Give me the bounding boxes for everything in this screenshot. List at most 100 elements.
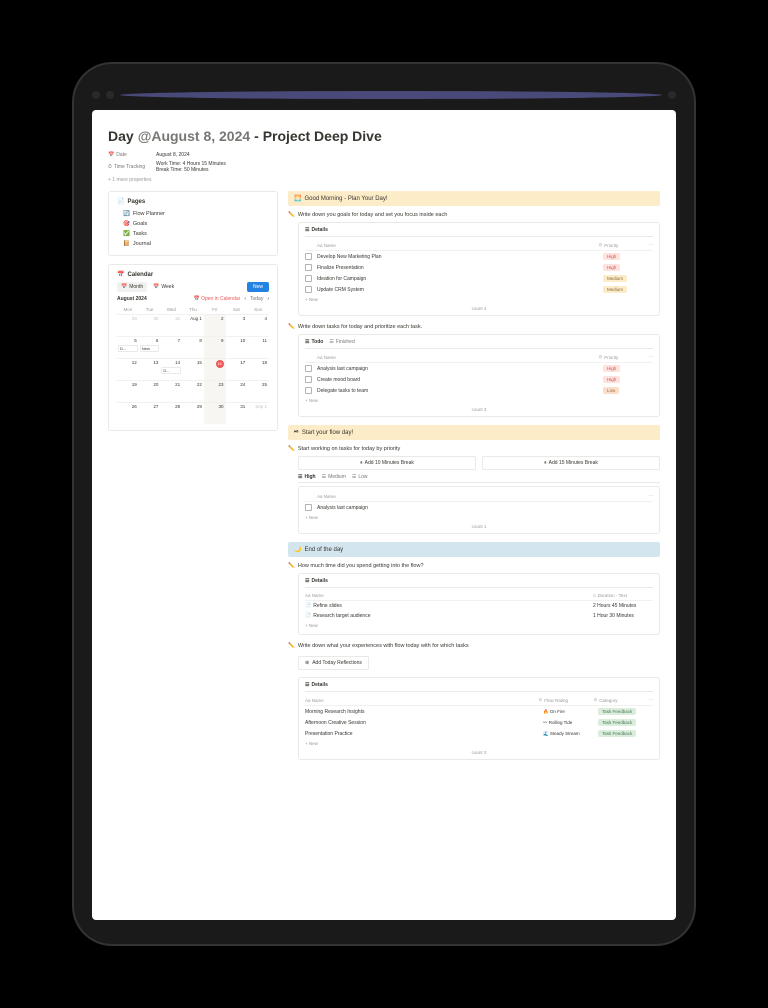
- cal-day[interactable]: 28: [160, 402, 182, 424]
- cal-day[interactable]: 31: [160, 314, 182, 336]
- col-name-header[interactable]: Aa Name: [317, 493, 649, 499]
- page-link-tasks[interactable]: ✅ Tasks: [117, 229, 269, 239]
- task-row[interactable]: Analysis last campaignHigh: [305, 363, 653, 374]
- calendar-next-button[interactable]: ›: [267, 296, 269, 302]
- goal-row[interactable]: Update CRM SystemMedium: [305, 284, 653, 295]
- cal-day[interactable]: 30: [204, 402, 226, 424]
- checkbox[interactable]: [305, 264, 312, 271]
- cal-day[interactable]: 11: [247, 336, 269, 358]
- col-name-header[interactable]: Aa Name: [317, 242, 599, 248]
- add-10min-break-button[interactable]: ⏸ Add 10 Minutes Break: [298, 456, 476, 470]
- reflection-row[interactable]: Morning Research Insights🔥 On FireTask F…: [305, 706, 653, 717]
- col-more-icon[interactable]: ⋯: [649, 242, 654, 248]
- duration-tab-details[interactable]: ☰ Details: [305, 578, 328, 584]
- cal-day[interactable]: 29: [117, 314, 139, 336]
- priority-tab-high[interactable]: ☰ High: [298, 474, 316, 480]
- checkbox[interactable]: [305, 365, 312, 372]
- cal-day[interactable]: 29: [182, 402, 204, 424]
- col-more-icon[interactable]: ⋯: [649, 354, 654, 360]
- add-15min-break-button[interactable]: ⏸ Add 15 Minutes Break: [482, 456, 660, 470]
- col-duration-header[interactable]: ≡ Duration - Text: [593, 593, 653, 598]
- cal-day[interactable]: 24: [226, 380, 248, 402]
- reflections-new-row[interactable]: + New: [305, 739, 653, 748]
- cal-day[interactable]: 12: [117, 358, 139, 380]
- cal-day[interactable]: 5D...: [117, 336, 139, 358]
- cal-day[interactable]: 9: [204, 336, 226, 358]
- cal-day[interactable]: 14D...: [160, 358, 182, 380]
- cal-day[interactable]: 17: [226, 358, 248, 380]
- page-link-flow-planner[interactable]: 🔄 Flow Planner: [117, 209, 269, 219]
- cal-event[interactable]: New: [140, 345, 160, 352]
- title-date-mention[interactable]: @August 8, 2024: [138, 128, 250, 144]
- cal-day[interactable]: 22: [182, 380, 204, 402]
- priority-tab-medium[interactable]: ☰ Medium: [322, 474, 346, 480]
- cal-day[interactable]: 6New: [139, 336, 161, 358]
- cal-event[interactable]: D...: [118, 345, 138, 352]
- tasks-new-row[interactable]: + New: [305, 396, 653, 405]
- cal-day[interactable]: 21: [160, 380, 182, 402]
- cal-day[interactable]: 2: [204, 314, 226, 336]
- cal-day[interactable]: 16: [204, 358, 226, 380]
- checkbox[interactable]: [305, 504, 312, 511]
- duration-row[interactable]: Research target audience1 Hour 30 Minute…: [305, 611, 653, 621]
- tasks-tab-todo[interactable]: ☰ Todo: [305, 339, 323, 345]
- cal-day[interactable]: 23: [204, 380, 226, 402]
- goal-row[interactable]: Develop New Marketing PlanHigh: [305, 251, 653, 262]
- col-name-header[interactable]: Aa Name: [305, 697, 539, 703]
- goals-tab-details[interactable]: ☰ Details: [305, 227, 328, 233]
- cal-day[interactable]: 25: [247, 380, 269, 402]
- cal-day[interactable]: 4: [247, 314, 269, 336]
- cal-day[interactable]: 13: [139, 358, 161, 380]
- goals-new-row[interactable]: + New: [305, 295, 653, 304]
- page-link-journal[interactable]: 📔 Journal: [117, 239, 269, 249]
- calendar-tab-week[interactable]: 📅 Week: [149, 282, 178, 292]
- task-row[interactable]: Create mood boardHigh: [305, 374, 653, 385]
- goal-row[interactable]: Ideation for CampaignMedium: [305, 273, 653, 284]
- col-name-header[interactable]: Aa Name: [305, 593, 593, 598]
- cal-day[interactable]: 19: [117, 380, 139, 402]
- col-more-icon[interactable]: ⋯: [649, 697, 654, 703]
- tasks-tab-finished[interactable]: ☰ Finished: [329, 339, 354, 345]
- more-properties-toggle[interactable]: + 1 more properties: [108, 177, 660, 183]
- add-reflections-button[interactable]: ⊕ Add Today Reflections: [298, 656, 369, 670]
- cal-day[interactable]: 26: [117, 402, 139, 424]
- col-priority-header[interactable]: ⊙ Priority: [599, 354, 649, 360]
- cal-day[interactable]: Sep 1: [247, 402, 269, 424]
- checkbox[interactable]: [305, 286, 312, 293]
- checkbox[interactable]: [305, 275, 312, 282]
- checkbox[interactable]: [305, 253, 312, 260]
- reflections-tab-details[interactable]: ☰ Details: [305, 682, 328, 688]
- cal-day[interactable]: 27: [139, 402, 161, 424]
- priority-tab-low[interactable]: ☰ Low: [352, 474, 368, 480]
- cal-day[interactable]: Aug 1: [182, 314, 204, 336]
- open-in-calendar-link[interactable]: 📅 Open in Calendar: [193, 296, 240, 302]
- col-name-header[interactable]: Aa Name: [317, 354, 599, 360]
- cal-event[interactable]: D...: [161, 367, 181, 374]
- calendar-today-button[interactable]: Today: [250, 296, 263, 302]
- duration-new-row[interactable]: + New: [305, 621, 653, 630]
- reflection-row[interactable]: Presentation Practice🌊 Steady StreamTask…: [305, 728, 653, 739]
- cal-day[interactable]: 7: [160, 336, 182, 358]
- duration-row[interactable]: Refine slides2 Hours 45 Minutes: [305, 601, 653, 611]
- cal-day[interactable]: 15: [182, 358, 204, 380]
- cal-day[interactable]: 8: [182, 336, 204, 358]
- col-flow-header[interactable]: ⊙ Flow Rating: [539, 697, 594, 703]
- checkbox[interactable]: [305, 387, 312, 394]
- reflection-row[interactable]: Afternoon Creative Session〰 Rolling Tide…: [305, 717, 653, 728]
- flow-new-row[interactable]: + New: [305, 513, 653, 522]
- cal-day[interactable]: 31: [226, 402, 248, 424]
- page-link-goals[interactable]: 🎯 Goals: [117, 219, 269, 229]
- cal-day[interactable]: 30: [139, 314, 161, 336]
- col-category-header[interactable]: ⊙ Category: [594, 697, 649, 703]
- flow-task-row[interactable]: Analysis last campaign: [305, 502, 653, 513]
- goal-row[interactable]: Finalize PresentationHigh: [305, 262, 653, 273]
- task-row[interactable]: Delegate tasks to teamLow: [305, 385, 653, 396]
- calendar-prev-button[interactable]: ‹: [244, 296, 246, 302]
- checkbox[interactable]: [305, 376, 312, 383]
- cal-day[interactable]: 18: [247, 358, 269, 380]
- calendar-new-button[interactable]: New: [247, 282, 269, 292]
- meta-date-value[interactable]: August 8, 2024: [156, 152, 190, 158]
- col-priority-header[interactable]: ⊙ Priority: [599, 242, 649, 248]
- cal-day[interactable]: 20: [139, 380, 161, 402]
- cal-day[interactable]: 3: [226, 314, 248, 336]
